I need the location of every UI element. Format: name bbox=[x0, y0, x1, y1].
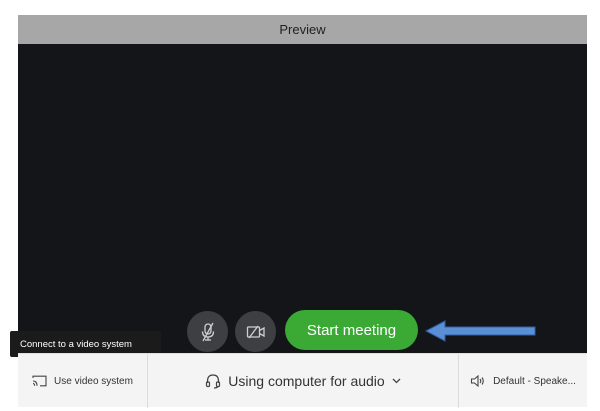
preview-header: Preview bbox=[18, 15, 587, 44]
mute-button[interactable] bbox=[187, 311, 228, 352]
tooltip-text: Connect to a video system bbox=[20, 338, 132, 350]
audio-headset-icon bbox=[206, 374, 221, 389]
chevron-down-icon bbox=[392, 378, 401, 384]
bottom-bar: Use video system Using computer for audi… bbox=[18, 353, 587, 408]
use-video-system-label: Use video system bbox=[54, 375, 133, 387]
meeting-preview-window: Preview Start meeting Connect to a video… bbox=[10, 15, 587, 408]
microphone-muted-icon bbox=[201, 322, 214, 341]
cast-screen-icon bbox=[32, 375, 47, 387]
speaker-label: Default - Speake... bbox=[493, 375, 576, 387]
speaker-select[interactable]: Default - Speake... bbox=[458, 354, 587, 408]
start-meeting-button[interactable]: Start meeting bbox=[285, 310, 418, 350]
annotation-arrow-icon bbox=[425, 320, 536, 342]
preview-title: Preview bbox=[279, 22, 326, 37]
use-video-system-button[interactable]: Use video system bbox=[18, 354, 148, 408]
camera-toggle-button[interactable] bbox=[235, 311, 276, 352]
audio-connection-dropdown[interactable]: Using computer for audio bbox=[148, 354, 458, 408]
speaker-icon bbox=[471, 375, 484, 387]
video-preview-area bbox=[18, 44, 587, 353]
audio-connection-label: Using computer for audio bbox=[228, 373, 385, 389]
camera-off-icon bbox=[246, 325, 265, 338]
